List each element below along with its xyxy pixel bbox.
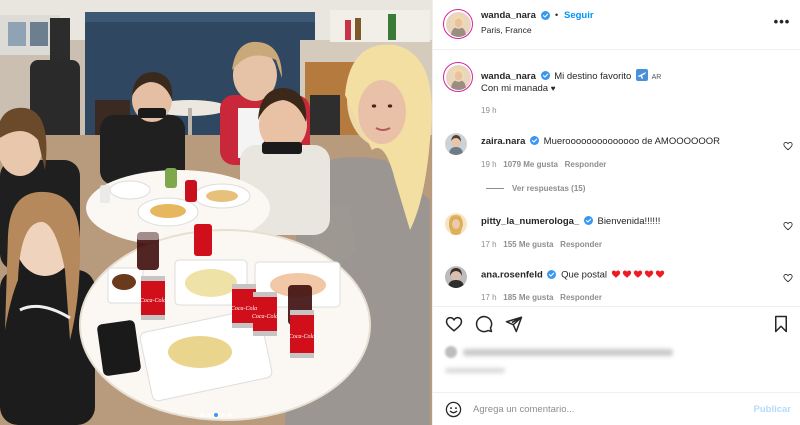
emoji-icon[interactable] — [445, 401, 462, 418]
comment-likes[interactable]: 155 Me gusta — [503, 240, 553, 249]
reply-button[interactable]: Responder — [565, 160, 607, 169]
heart-icon[interactable] — [783, 141, 793, 151]
comment-text: Bienvenida!!!!!! — [597, 216, 661, 227]
comment-username[interactable]: pitty_la_numerologa_ — [481, 216, 579, 227]
heart-icon[interactable] — [783, 273, 793, 283]
share-icon[interactable] — [505, 315, 523, 333]
post-header: wanda_nara • Seguir Paris, France ••• — [433, 0, 800, 50]
more-options-icon[interactable]: ••• — [773, 12, 791, 30]
caption-flag: AR — [651, 74, 662, 81]
heart-icon[interactable] — [783, 221, 793, 231]
coke-can — [194, 224, 212, 256]
comment-time: 17 h — [481, 293, 497, 302]
carousel-dot[interactable] — [221, 413, 225, 417]
caption-line-2: Con mi manada ♥ — [481, 83, 555, 94]
carousel-dot[interactable] — [228, 413, 232, 417]
comment-meta: 17 h 185 Me gusta Responder — [481, 293, 602, 302]
header-username[interactable]: wanda_nara — [481, 10, 536, 21]
publish-button[interactable]: Publicar — [754, 404, 792, 415]
view-replies-line — [486, 188, 504, 189]
caption-username[interactable]: wanda_nara — [481, 71, 536, 82]
verified-badge-icon — [540, 71, 550, 80]
coke-can-brand: Coca-Cola — [140, 298, 166, 304]
comment-composer: Publicar — [433, 392, 800, 425]
coke-can-brand: Coca-Cola — [252, 314, 278, 320]
comment-line: ana.rosenfeld Que postal — [481, 269, 665, 281]
post-actions-bar — [433, 306, 800, 340]
caption-text-line2: Con mi manada — [481, 83, 549, 94]
airplane-emoji-icon — [635, 69, 648, 84]
caption-text: Mi destino favorito — [554, 71, 632, 82]
post-location[interactable]: Paris, France — [481, 25, 532, 35]
comment-meta: 17 h 155 Me gusta Responder — [481, 240, 602, 249]
comment-likes[interactable]: 1079 Me gusta — [503, 160, 558, 169]
carousel-indicator — [0, 413, 432, 417]
post-photo[interactable]: Coca-Cola Coca-Cola Coca-Cola Coca-Cola — [0, 0, 432, 425]
red-heart-emoji-icon — [633, 270, 642, 278]
red-heart-emoji-icon — [611, 270, 620, 278]
avatar[interactable] — [445, 213, 467, 235]
avatar[interactable] — [445, 133, 467, 155]
instagram-post-modal: Coca-Cola Coca-Cola Coca-Cola Coca-Cola — [0, 0, 800, 425]
reply-button[interactable]: Responder — [560, 240, 602, 249]
avatar-image — [445, 11, 471, 37]
likes-text-blurred — [463, 348, 673, 356]
red-heart-emoji-icon — [622, 270, 631, 278]
liker-avatar — [445, 346, 457, 358]
comment-line: pitty_la_numerologa_ Bienvenida!!!!!! — [481, 216, 660, 227]
black-heart-emoji-icon: ♥ — [550, 84, 556, 93]
heart-icon[interactable] — [445, 315, 463, 333]
view-replies-label: Ver respuestas (15) — [512, 184, 586, 193]
comment-input[interactable] — [473, 399, 743, 420]
header-separator: • — [555, 10, 559, 20]
bookmark-icon[interactable] — [772, 315, 790, 333]
comment-text: Mueroooooooooooooo de AMOOOOOOR — [543, 136, 721, 147]
comments-section: wanda_nara Mi destino favorito AR Con mi… — [433, 50, 800, 306]
verified-badge-icon — [547, 269, 557, 279]
comment-time: 19 h — [481, 160, 497, 169]
comment-icon[interactable] — [475, 315, 493, 333]
red-hearts-emoji-group — [610, 269, 665, 281]
verified-badge-icon — [541, 11, 550, 20]
verified-badge-icon — [530, 136, 540, 145]
avatar[interactable] — [443, 9, 473, 39]
reply-button[interactable]: Responder — [560, 293, 602, 302]
red-heart-emoji-icon — [644, 270, 653, 278]
view-replies-button[interactable]: Ver respuestas (15) — [486, 184, 585, 193]
carousel-dot-active[interactable] — [214, 413, 218, 417]
comment-time: 17 h — [481, 240, 497, 249]
avatar-image — [445, 64, 471, 90]
comment-username[interactable]: zaira.nara — [481, 136, 525, 147]
photo-illustration: Coca-Cola Coca-Cola Coca-Cola Coca-Cola — [0, 0, 432, 425]
comment-line: zaira.nara Mueroooooooooooooo de AMOOOOO… — [481, 136, 720, 147]
follow-button[interactable]: Seguir — [564, 10, 594, 21]
avatar-image — [445, 266, 467, 288]
comment-likes[interactable]: 185 Me gusta — [503, 293, 553, 302]
avatar-image — [445, 213, 467, 235]
post-date-blurred — [445, 368, 505, 373]
coke-can-brand: Coca-Cola — [289, 334, 315, 340]
verified-badge-icon — [583, 216, 593, 225]
avatar-image — [445, 133, 467, 155]
comment-text: Que postal — [561, 269, 608, 281]
avatar[interactable] — [443, 62, 473, 92]
caption-time: 19 h — [481, 106, 497, 115]
red-heart-emoji-icon — [655, 270, 664, 278]
comment-username[interactable]: ana.rosenfeld — [481, 270, 543, 281]
carousel-dot[interactable] — [200, 413, 204, 417]
likes-summary-blurred[interactable] — [445, 346, 673, 358]
caption-line-1: wanda_nara Mi destino favorito AR — [481, 69, 661, 84]
carousel-dot[interactable] — [207, 413, 211, 417]
post-side-panel: wanda_nara • Seguir Paris, France ••• wa… — [432, 0, 800, 425]
coke-can-brand: Coca-Cola — [231, 306, 257, 312]
avatar[interactable] — [445, 266, 467, 288]
comment-meta: 19 h 1079 Me gusta Responder — [481, 160, 606, 169]
